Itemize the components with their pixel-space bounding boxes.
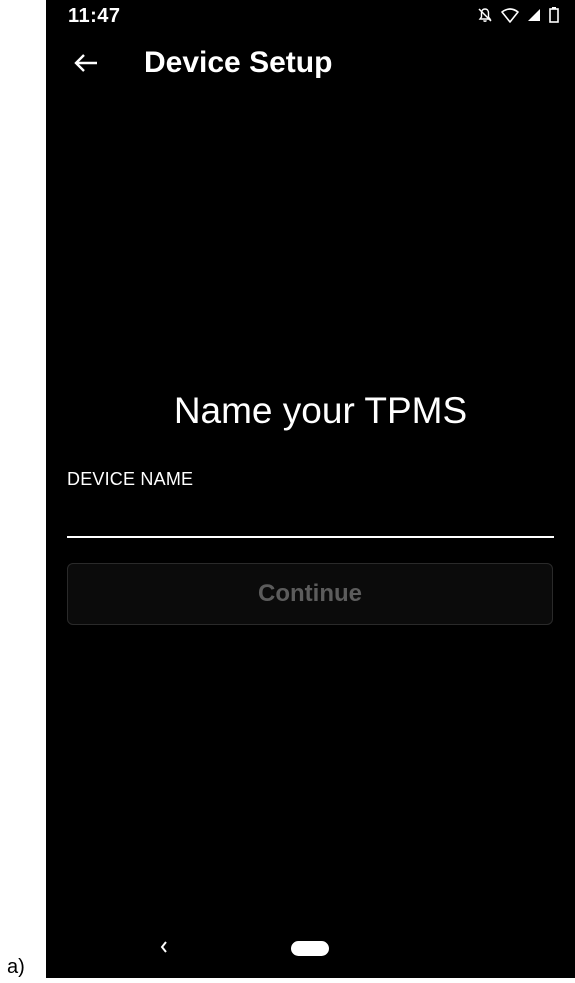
page-title: Device Setup — [144, 46, 333, 79]
wifi-icon — [501, 7, 519, 23]
status-bar: 11:47 — [46, 0, 575, 32]
nav-back-button[interactable] — [154, 936, 174, 962]
battery-icon — [549, 7, 559, 23]
app-bar: Device Setup — [46, 40, 575, 90]
phone-screen: 11:47 Device Setup Name your TPMS DEVICE… — [46, 0, 575, 978]
status-time: 11:47 — [68, 5, 121, 27]
home-pill-icon[interactable] — [291, 941, 329, 956]
system-nav-bar — [46, 930, 575, 970]
notifications-off-icon — [477, 7, 493, 23]
nav-back-icon — [159, 940, 169, 959]
back-button[interactable] — [66, 48, 106, 82]
device-name-label: DEVICE NAME — [67, 469, 194, 489]
continue-button[interactable]: Continue — [67, 563, 553, 625]
arrow-left-icon — [73, 53, 99, 78]
setup-heading: Name your TPMS — [173, 390, 468, 431]
device-name-input[interactable] — [67, 500, 554, 538]
signal-icon — [527, 8, 541, 22]
figure-label: a) — [7, 956, 25, 978]
status-icons — [477, 7, 559, 23]
